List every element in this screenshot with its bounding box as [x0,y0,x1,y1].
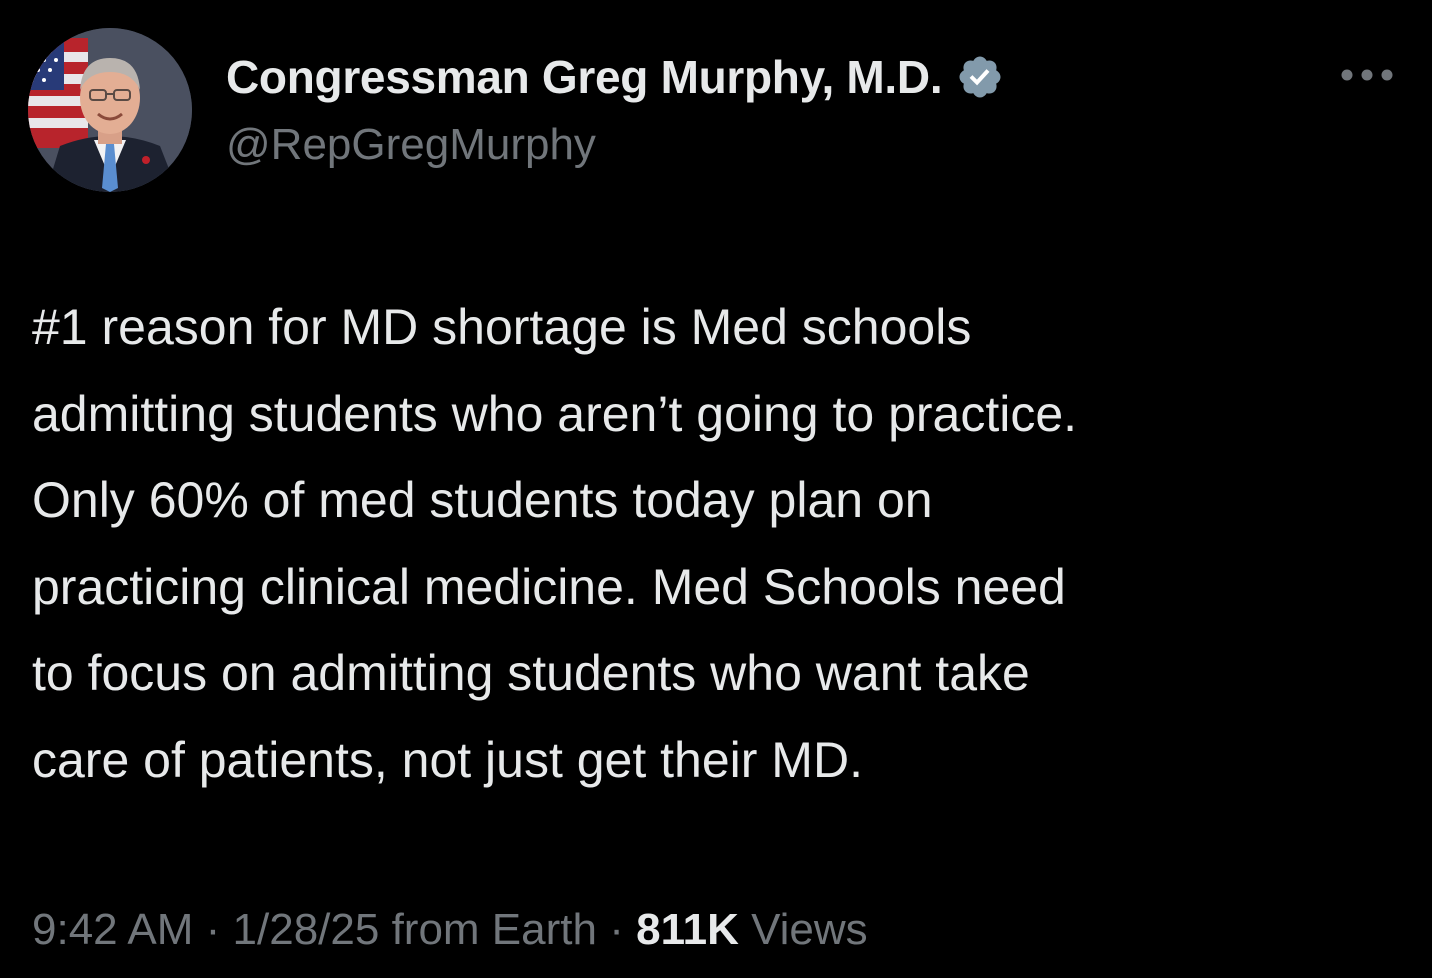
tweet: Congressman Greg Murphy, M.D. @RepGregMu… [0,0,1432,978]
avatar[interactable] [28,28,192,192]
views-label: Views [738,905,868,954]
tweet-text: #1 reason for MD shortage is Med schools… [32,284,1402,803]
meta-separator-2: · [596,905,637,954]
handle[interactable]: @RepGregMurphy [226,116,1004,174]
tweet-text-line: to focus on admitting students who want … [32,645,1030,701]
tweet-text-line: Only 60% of med students today plan on [32,472,933,528]
more-options-button[interactable] [1334,58,1400,92]
meta-separator: · [193,905,233,954]
profile-photo-icon [28,28,192,192]
tweet-time[interactable]: 9:42 AM [32,905,193,954]
author-info: Congressman Greg Murphy, M.D. @RepGregMu… [226,46,1004,174]
display-name[interactable]: Congressman Greg Murphy, M.D. [226,46,943,108]
more-options-icon [1341,69,1393,81]
name-row: Congressman Greg Murphy, M.D. [226,46,1004,108]
views-count[interactable]: 811K [636,905,739,954]
tweet-text-line: care of patients, not just get their MD. [32,731,863,788]
tweet-text-line: #1 reason for MD shortage is Med schools [32,299,972,355]
verified-badge-icon[interactable] [956,53,1004,101]
tweet-metadata: 9:42 AM · 1/28/25 from Earth · 811K View… [32,892,868,968]
tweet-date[interactable]: 1/28/25 [233,905,380,954]
tweet-source: from Earth [379,905,597,954]
tweet-text-line: admitting students who aren’t going to p… [32,385,1078,442]
tweet-text-line: practicing clinical medicine. Med School… [32,558,1066,615]
